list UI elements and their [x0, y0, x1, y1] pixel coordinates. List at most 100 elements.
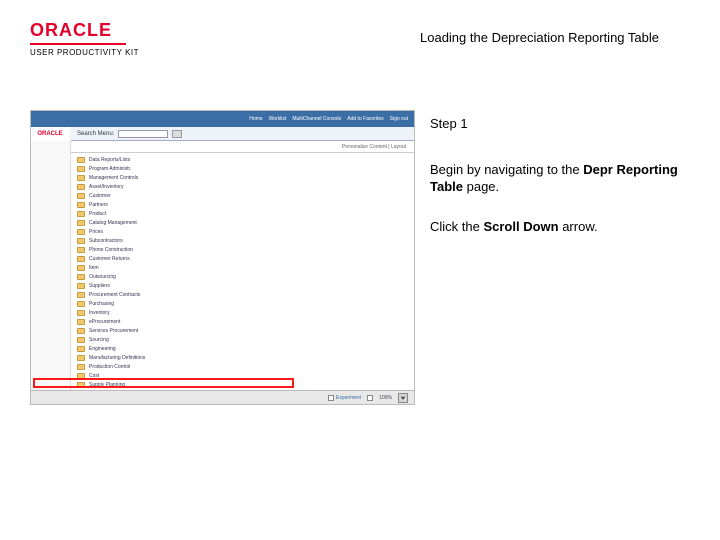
folder-icon — [77, 220, 85, 226]
folder-icon — [77, 193, 85, 199]
folder-icon — [77, 157, 85, 163]
menu-item-label: Asset/Inventory — [89, 184, 123, 190]
menu-item-label: Suppliers — [89, 283, 110, 289]
top-link-favorites[interactable]: Add to Favorites — [347, 116, 383, 122]
instruction-line-1: Begin by navigating to the Depr Reportin… — [430, 161, 690, 196]
step-label: Step 1 — [430, 115, 690, 133]
menu-item-label: Inventory — [89, 310, 110, 316]
status-popup-blocked[interactable]: Experiment — [328, 395, 361, 401]
menu-item[interactable]: Phone Construction — [77, 245, 414, 254]
menu-item[interactable]: Asset/Inventory — [77, 182, 414, 191]
folder-icon — [77, 229, 85, 235]
menu-item-label: Sourcing — [89, 337, 109, 343]
search-go-button[interactable] — [172, 130, 182, 138]
folder-icon — [77, 265, 85, 271]
top-link-home[interactable]: Home — [249, 116, 262, 122]
top-link-worklist[interactable]: Worklist — [269, 116, 287, 122]
oracle-logo-underline — [30, 43, 126, 45]
menu-body: Data Reports/Lists Program Administr.Mana… — [71, 153, 414, 390]
folder-icon — [77, 256, 85, 262]
page-title: Loading the Depreciation Reporting Table — [420, 30, 659, 45]
menu-item[interactable]: Partners — [77, 200, 414, 209]
menu-item-label: Procurement Contracts — [89, 292, 140, 298]
menu-item[interactable]: Data Reports/Lists — [77, 155, 414, 164]
menu-item-label: Production Control — [89, 364, 130, 370]
menu-item[interactable]: Customer — [77, 191, 414, 200]
main-menu-list: Data Reports/Lists Program Administr.Mana… — [77, 155, 414, 390]
menu-item[interactable]: eProcurement — [77, 317, 414, 326]
menu-item[interactable]: Services Procurement — [77, 326, 414, 335]
search-menu-bar: Search Menu: — [71, 127, 414, 141]
menu-item[interactable]: Customer Returns — [77, 254, 414, 263]
zoom-page-icon — [367, 395, 373, 401]
menu-item[interactable]: Outsourcing — [77, 272, 414, 281]
folder-icon — [77, 175, 85, 181]
status-popup-label: Experiment — [336, 395, 361, 401]
folder-icon — [77, 373, 85, 379]
instr2-pre: Click the — [430, 219, 483, 234]
menu-item[interactable]: Subcontractors — [77, 236, 414, 245]
instruction-line-2: Click the Scroll Down arrow. — [430, 218, 690, 236]
menu-item-label: Partners — [89, 202, 108, 208]
top-link-signout[interactable]: Sign out — [390, 116, 408, 122]
menu-item-label: Purchasing — [89, 301, 114, 307]
menu-item[interactable]: Prices — [77, 227, 414, 236]
menu-item[interactable]: Production Control — [77, 362, 414, 371]
menu-item[interactable]: Procurement Contracts — [77, 290, 414, 299]
menu-item[interactable]: Manufacturing Definitions — [77, 353, 414, 362]
menu-item[interactable]: Engineering — [77, 344, 414, 353]
menu-item[interactable]: Supply Planning — [77, 380, 414, 389]
folder-icon — [77, 247, 85, 253]
folder-icon — [77, 166, 85, 172]
menu-item-label: Subcontractors — [89, 238, 123, 244]
folder-icon — [77, 328, 85, 334]
menu-item[interactable]: Item — [77, 263, 414, 272]
mini-logo-strip: ORACLE — [31, 127, 69, 141]
scroll-down-arrow[interactable] — [398, 393, 408, 403]
menu-item-label: Engineering — [89, 346, 116, 352]
menu-item-label: Catalog Management — [89, 220, 137, 226]
menu-item-label: Manufacturing Definitions — [89, 355, 145, 361]
menu-item-label: Phone Construction — [89, 247, 133, 253]
search-menu-label: Search Menu: — [77, 131, 114, 137]
personalize-links[interactable]: Personalize Content | Layout — [342, 144, 406, 150]
menu-item[interactable]: Cost — [77, 371, 414, 380]
left-gutter — [31, 141, 71, 390]
menu-item[interactable]: Sourcing — [77, 335, 414, 344]
menu-item[interactable]: Suppliers — [77, 281, 414, 290]
search-input[interactable] — [118, 130, 168, 138]
instruction-column: Step 1 Begin by navigating to the Depr R… — [430, 115, 690, 257]
menu-item-label: Program Administr. — [89, 166, 131, 172]
menu-item[interactable]: Catalog Management — [77, 218, 414, 227]
menu-item[interactable]: Management Controls — [77, 173, 414, 182]
status-bar: Experiment 100% — [31, 390, 414, 404]
instr2-bold: Scroll Down — [483, 219, 558, 234]
oracle-logo-subtitle: USER PRODUCTIVITY KIT — [30, 48, 180, 57]
menu-item-label: Item — [89, 265, 99, 271]
folder-icon — [77, 346, 85, 352]
menu-item[interactable]: Product — [77, 209, 414, 218]
app-top-links-bar: Home Worklist MultiChannel Console Add t… — [31, 111, 414, 127]
top-link-console[interactable]: MultiChannel Console — [292, 116, 341, 122]
menu-item[interactable]: Program Administr. — [77, 164, 414, 173]
menu-item[interactable]: Purchasing — [77, 299, 414, 308]
folder-icon — [77, 211, 85, 217]
embedded-screenshot: Home Worklist MultiChannel Console Add t… — [30, 110, 415, 405]
folder-icon — [77, 274, 85, 280]
popup-icon — [328, 395, 334, 401]
folder-icon — [77, 238, 85, 244]
menu-item-label: Product — [89, 211, 106, 217]
menu-item[interactable]: Inventory — [77, 308, 414, 317]
folder-icon — [77, 364, 85, 370]
instr1-post: page. — [463, 179, 499, 194]
folder-icon — [77, 382, 85, 388]
oracle-logo-text: ORACLE — [30, 20, 180, 41]
folder-icon — [77, 355, 85, 361]
menu-item-label: Customer — [89, 193, 111, 199]
folder-icon — [77, 292, 85, 298]
folder-icon — [77, 184, 85, 190]
instr2-post: arrow. — [559, 219, 598, 234]
folder-icon — [77, 202, 85, 208]
mini-oracle-logo: ORACLE — [37, 131, 62, 137]
folder-icon — [77, 310, 85, 316]
